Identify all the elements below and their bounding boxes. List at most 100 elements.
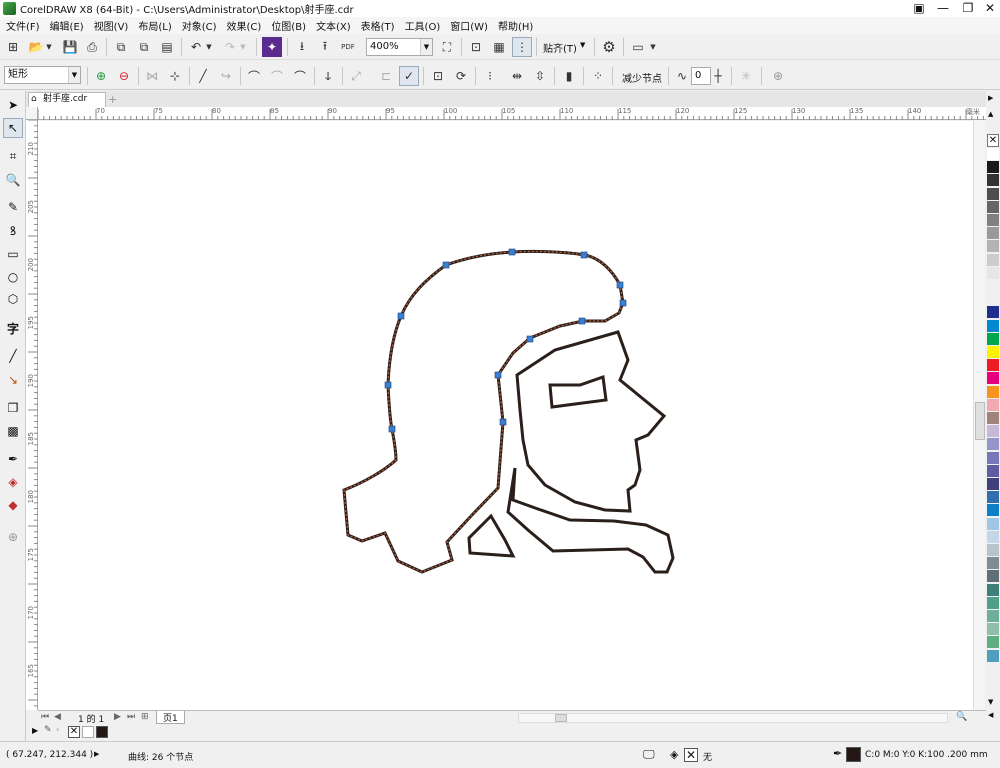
snap-dropdown-icon[interactable]: ▼ bbox=[580, 41, 585, 49]
add-tool-icon[interactable]: ⊕ bbox=[3, 527, 23, 547]
shape-tool-icon[interactable]: ↖ bbox=[3, 118, 23, 138]
launcher-dropdown-icon[interactable]: ▼ bbox=[648, 37, 658, 57]
save-icon[interactable]: 💾 bbox=[60, 37, 80, 57]
cusp-node-icon[interactable]: ⌒ bbox=[244, 66, 264, 86]
quick-customize-icon[interactable]: ⊕ bbox=[768, 66, 788, 86]
ellipse-tool-icon[interactable]: ○ bbox=[3, 267, 23, 287]
rotate-nodes-icon[interactable]: ⟳ bbox=[451, 66, 471, 86]
cut-icon[interactable]: ⧉ bbox=[111, 37, 131, 57]
show-grid-icon[interactable]: ▦ bbox=[489, 37, 509, 57]
menu-window[interactable]: 窗口(W) bbox=[444, 18, 492, 33]
reverse-direction-icon[interactable]: ↆ bbox=[318, 66, 338, 86]
horizontal-ruler[interactable]: 70 75 80 85 90 95 100 105 110 115 120 12… bbox=[38, 107, 986, 120]
snap-to-menu[interactable]: 贴齐(T) bbox=[543, 40, 577, 55]
color-swatch[interactable] bbox=[987, 451, 999, 465]
first-page-icon[interactable]: ⏮ bbox=[41, 712, 49, 722]
open-icon[interactable]: 📂 bbox=[26, 37, 46, 57]
color-swatch[interactable] bbox=[987, 332, 999, 346]
horizontal-scrollbar[interactable] bbox=[518, 713, 948, 723]
color-swatch[interactable] bbox=[987, 398, 999, 412]
menu-effects[interactable]: 效果(C) bbox=[221, 18, 266, 33]
to-curve-icon[interactable]: ↪ bbox=[216, 66, 236, 86]
color-swatch[interactable] bbox=[987, 306, 999, 320]
interactive-fill-tool-icon[interactable]: ◈ bbox=[3, 472, 23, 492]
smoothness-input[interactable]: 0 bbox=[691, 67, 711, 85]
menu-view[interactable]: 视图(V) bbox=[88, 18, 133, 33]
color-swatch[interactable] bbox=[987, 174, 999, 188]
palette-expand-icon[interactable]: ◀ bbox=[988, 711, 993, 719]
color-swatch[interactable] bbox=[987, 240, 999, 254]
palette-scroll-up-arrow-icon[interactable]: ▲ bbox=[988, 110, 993, 118]
extend-curve-icon[interactable]: ⤢ bbox=[346, 66, 366, 86]
redo-icon[interactable]: ↷ bbox=[220, 37, 240, 57]
full-screen-icon[interactable]: ⛶ bbox=[437, 37, 457, 57]
menu-text[interactable]: 文本(X) bbox=[310, 18, 355, 33]
color-swatch[interactable] bbox=[987, 319, 999, 333]
status-expand-icon[interactable]: ▶ bbox=[94, 750, 99, 758]
zoom-level-select[interactable]: 400% ▼ bbox=[366, 38, 433, 56]
node-tracking-icon[interactable]: ✳ bbox=[736, 66, 756, 86]
rectangle-tool-icon[interactable]: ▭ bbox=[3, 244, 23, 264]
menu-help[interactable]: 帮助(H) bbox=[492, 18, 537, 33]
color-swatch[interactable] bbox=[987, 385, 999, 399]
menu-bitmaps[interactable]: 位图(B) bbox=[265, 18, 310, 33]
paste-icon[interactable]: ▤ bbox=[157, 37, 177, 57]
color-eyedropper-tool-icon[interactable]: ✒ bbox=[3, 449, 23, 469]
options-gear-icon[interactable]: ⚙ bbox=[599, 37, 619, 57]
reflect-horizontal-icon[interactable]: ⇹ bbox=[507, 66, 527, 86]
stretch-nodes-icon[interactable]: ⊡ bbox=[428, 66, 448, 86]
tab-document[interactable]: ⌂ 射手座.cdr bbox=[28, 92, 106, 107]
palette-left-icon[interactable]: ‹ bbox=[56, 725, 60, 735]
prev-page-icon[interactable]: ◀ bbox=[54, 712, 61, 722]
align-nodes-icon[interactable]: ⁝ bbox=[480, 66, 500, 86]
eyedropper-icon[interactable]: ✎ bbox=[44, 725, 52, 735]
color-swatch[interactable] bbox=[987, 544, 999, 557]
publish-pdf-icon[interactable]: PDF bbox=[338, 37, 358, 57]
add-page-icon[interactable]: ⊞ bbox=[141, 712, 149, 722]
doc-black-swatch[interactable] bbox=[96, 726, 108, 738]
show-rulers-icon[interactable]: ⊡ bbox=[466, 37, 486, 57]
color-swatch[interactable] bbox=[987, 214, 999, 227]
extract-subpath-icon[interactable]: ⊏ bbox=[376, 66, 396, 86]
zoom-navigator-icon[interactable]: 🔍 bbox=[956, 712, 967, 722]
color-swatch[interactable] bbox=[987, 227, 999, 241]
color-swatch[interactable] bbox=[987, 161, 999, 175]
color-swatch[interactable] bbox=[987, 280, 999, 293]
palette-menu-icon[interactable]: ▶ bbox=[32, 726, 38, 735]
page-tab[interactable]: 页1 bbox=[156, 711, 185, 724]
color-swatch[interactable] bbox=[987, 412, 999, 425]
export-icon[interactable]: ⭱ bbox=[315, 37, 335, 57]
reduce-nodes-button[interactable]: 减少节点 bbox=[622, 70, 662, 85]
menu-object[interactable]: 对象(C) bbox=[176, 18, 221, 33]
color-swatch[interactable] bbox=[987, 636, 999, 650]
doc-no-color-swatch[interactable]: ✕ bbox=[68, 726, 80, 738]
curve-smoothness-icon[interactable]: ∿ bbox=[672, 66, 692, 86]
to-line-icon[interactable]: ╱ bbox=[193, 66, 213, 86]
color-swatch[interactable] bbox=[987, 570, 999, 584]
vertical-ruler[interactable]: 210 205 200 195 190 185 180 175 170 165 bbox=[26, 120, 38, 710]
horizontal-scrollbar-thumb[interactable] bbox=[555, 714, 567, 722]
copy-icon[interactable]: ⧉ bbox=[134, 37, 154, 57]
smooth-node-icon[interactable]: ⌒ bbox=[267, 66, 287, 86]
fill-none-icon[interactable]: ✕ bbox=[684, 748, 698, 762]
select-all-nodes-icon[interactable]: ⁘ bbox=[588, 66, 608, 86]
new-document-icon[interactable]: ⊞ bbox=[3, 37, 23, 57]
color-swatch[interactable] bbox=[987, 557, 999, 571]
undo-dropdown-icon[interactable]: ▼ bbox=[204, 37, 214, 57]
smoothness-slider-icon[interactable]: ┼ bbox=[711, 66, 725, 86]
add-node-icon[interactable]: ⊕ bbox=[91, 66, 111, 86]
ruler-origin[interactable] bbox=[26, 107, 38, 120]
doc-white-swatch[interactable] bbox=[82, 726, 94, 738]
menu-tools[interactable]: 工具(O) bbox=[399, 18, 445, 33]
menu-edit[interactable]: 编辑(E) bbox=[44, 18, 88, 33]
freehand-tool-icon[interactable]: ✎ bbox=[3, 197, 23, 217]
palette-scroll-up-icon[interactable]: ▶ bbox=[988, 94, 993, 102]
color-swatch[interactable] bbox=[987, 253, 999, 267]
text-tool-icon[interactable]: 字 bbox=[3, 318, 23, 338]
palette-scroll-down-icon[interactable]: ▼ bbox=[988, 698, 993, 706]
parallel-dimension-tool-icon[interactable]: ╱ bbox=[3, 346, 23, 366]
color-proofing-icon[interactable]: 🖵 bbox=[643, 747, 655, 762]
selection-mode-select[interactable]: 矩形 ▼ bbox=[4, 66, 81, 84]
color-swatch[interactable] bbox=[987, 464, 999, 478]
show-guidelines-icon[interactable]: ⋮ bbox=[512, 37, 532, 57]
